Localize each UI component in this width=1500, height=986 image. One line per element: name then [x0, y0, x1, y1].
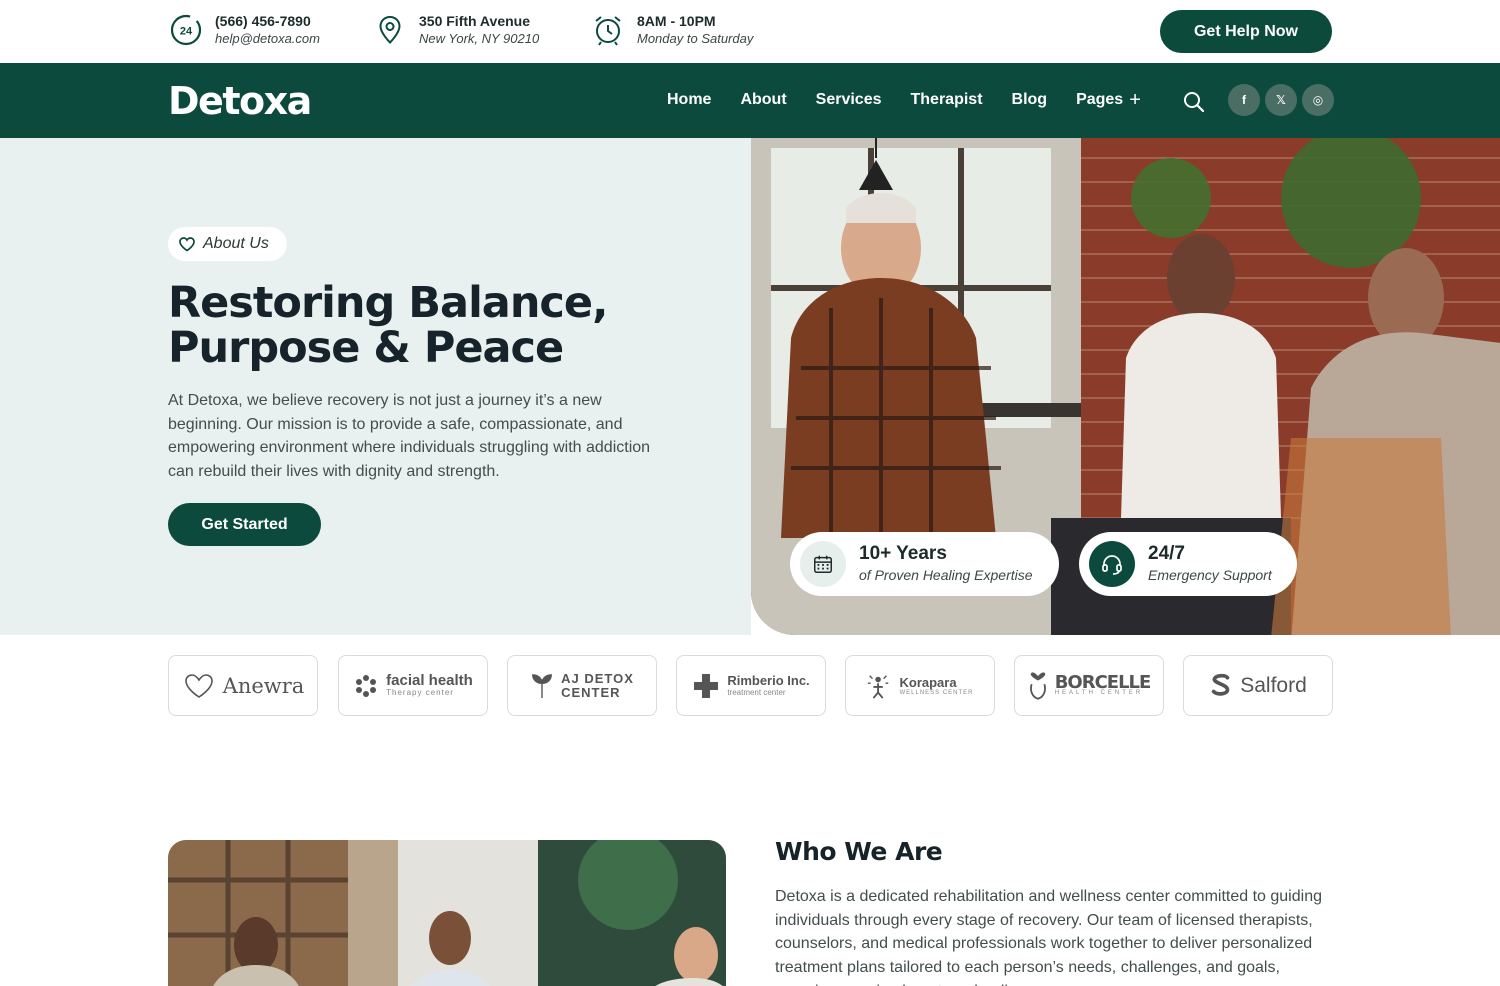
- brand-name: Salford: [1240, 673, 1307, 697]
- facebook-icon[interactable]: f: [1228, 84, 1260, 116]
- support-stat-card: 24/7 Emergency Support: [1079, 532, 1297, 596]
- sun-figure-icon: [866, 672, 892, 700]
- hero-description: At Detoxa, we believe recovery is not ju…: [168, 392, 651, 481]
- location-pin-icon: [372, 12, 408, 48]
- search-icon[interactable]: [1182, 90, 1206, 114]
- get-started-button[interactable]: Get Started: [168, 503, 321, 546]
- opening-hours: 8AM - 10PM: [637, 13, 716, 29]
- social-links: f 𝕏 ◎: [1228, 84, 1339, 116]
- top-info-bar: 24 (566) 456-7890 help@detoxa.com 350 Fi…: [0, 0, 1500, 63]
- support-label: Emergency Support: [1148, 567, 1272, 583]
- nav-pages-label: Pages: [1076, 91, 1124, 108]
- support-value: 24/7: [1148, 543, 1185, 564]
- get-help-now-button[interactable]: Get Help Now: [1160, 10, 1332, 53]
- phone-number[interactable]: (566) 456-7890: [215, 12, 320, 30]
- brand-logo-anewra[interactable]: Anewra: [168, 655, 318, 716]
- heart-hands-icon: [182, 671, 216, 701]
- nav-therapist[interactable]: Therapist: [911, 90, 983, 110]
- experience-label: of Proven Healing Expertise: [859, 567, 1033, 583]
- brand-name: AJ DETOX: [561, 670, 634, 686]
- main-navbar: Detoxa Home About Services Therapist Blo…: [0, 63, 1500, 138]
- hero-panel: [0, 138, 751, 635]
- nav-services[interactable]: Services: [816, 90, 882, 110]
- address-info: 350 Fifth Avenue New York, NY 90210: [372, 12, 539, 48]
- main-nav: Home About Services Therapist Blog Pages…: [667, 90, 1170, 110]
- 24h-clock-icon: 24: [168, 12, 204, 48]
- nav-about[interactable]: About: [740, 90, 786, 110]
- brand-logo-salford[interactable]: Salford: [1183, 655, 1333, 716]
- nav-blog[interactable]: Blog: [1012, 90, 1048, 110]
- experience-value: 10+ Years: [859, 543, 947, 564]
- brand-name: Anewra: [222, 673, 305, 698]
- brand-subtitle: CENTER: [561, 684, 621, 700]
- brand-subtitle: Therapy center: [386, 688, 454, 697]
- plus-icon: +: [1129, 89, 1141, 111]
- nav-pages[interactable]: Pages +: [1076, 90, 1141, 110]
- about-us-badge: About Us: [168, 227, 287, 261]
- address-line1: 350 Fifth Avenue: [419, 13, 530, 29]
- who-we-are-title: Who We Are: [775, 837, 943, 866]
- alarm-clock-icon: [590, 12, 626, 48]
- who-we-are-image: [168, 840, 726, 986]
- brand-logo-borcelle[interactable]: BORCELLE HEALTH CENTER: [1014, 655, 1164, 716]
- brand-logo-korapara[interactable]: Korapara WELLNESS CENTER: [845, 655, 995, 716]
- swirl-icon: [353, 673, 379, 699]
- brand-logo-rimberio[interactable]: Rimberio Inc. treatment center: [676, 655, 826, 716]
- email-address[interactable]: help@detoxa.com: [215, 30, 320, 48]
- svg-text:24: 24: [180, 26, 193, 38]
- hero-title: Restoring Balance, Purpose & Peace: [168, 278, 608, 373]
- brand-subtitle: treatment center: [727, 688, 786, 697]
- instagram-icon[interactable]: ◎: [1302, 84, 1334, 116]
- site-logo[interactable]: Detoxa: [168, 80, 312, 122]
- brand-logo-facial-health[interactable]: facial health Therapy center: [338, 655, 488, 716]
- heart-icon: [179, 237, 195, 252]
- who-we-are-text: Detoxa is a dedicated rehabilitation and…: [775, 888, 1322, 986]
- brand-name: Rimberio Inc.: [727, 673, 810, 688]
- address-line2: New York, NY 90210: [419, 31, 540, 46]
- calendar-icon: [800, 541, 846, 587]
- brand-subtitle: WELLNESS CENTER: [899, 689, 974, 696]
- nav-home[interactable]: Home: [667, 90, 711, 110]
- brand-name: Korapara: [899, 674, 957, 690]
- leaf-heart-icon: [530, 672, 554, 700]
- hands-heart-icon: [1028, 671, 1048, 701]
- headset-icon: [1089, 541, 1135, 587]
- s-mark-icon: [1209, 672, 1233, 700]
- contact-info: 24 (566) 456-7890 help@detoxa.com: [168, 12, 320, 48]
- brand-name: BORCELLE: [1054, 671, 1152, 693]
- cross-icon: [692, 672, 720, 700]
- brand-subtitle: HEALTH CENTER: [1054, 689, 1144, 696]
- badge-label: About Us: [203, 235, 269, 252]
- brand-logo-aj-detox[interactable]: AJ DETOX CENTER: [507, 655, 657, 716]
- hours-info: 8AM - 10PM Monday to Saturday: [590, 12, 753, 48]
- x-twitter-icon[interactable]: 𝕏: [1265, 84, 1297, 116]
- opening-days: Monday to Saturday: [637, 31, 754, 46]
- brand-name: facial health: [386, 672, 473, 689]
- experience-stat-card: 10+ Years of Proven Healing Expertise: [790, 532, 1059, 596]
